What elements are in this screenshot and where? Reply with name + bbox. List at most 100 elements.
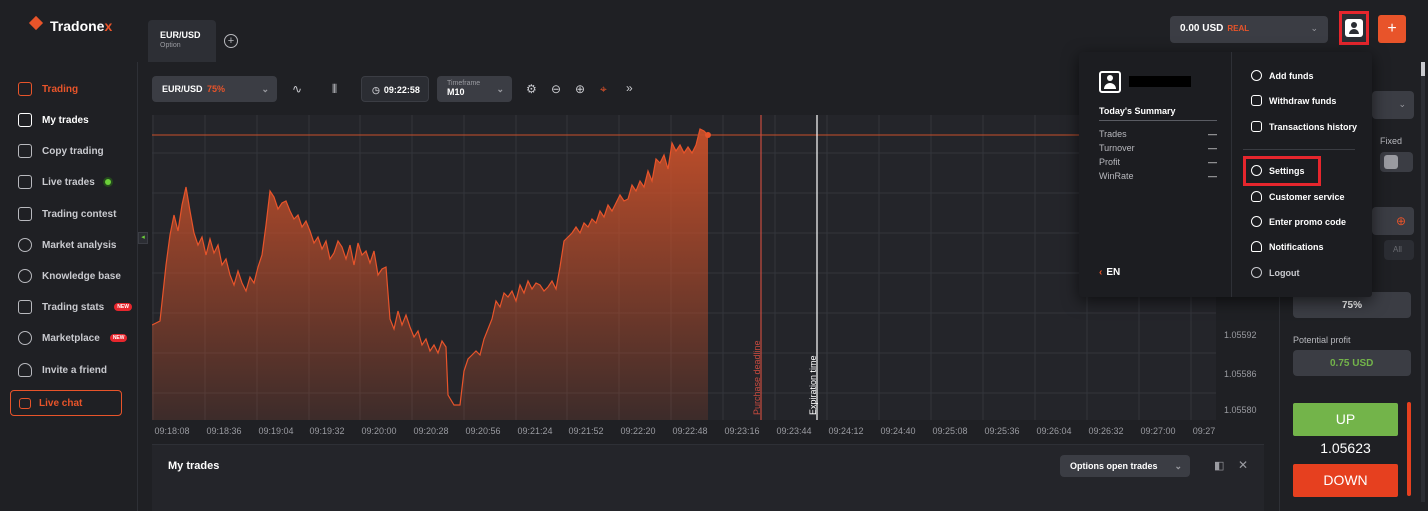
sidebar-item-invite-friend[interactable]: Invite a friend xyxy=(18,360,107,380)
sidebar-item-label: My trades xyxy=(42,114,89,126)
menu-transactions-history[interactable]: Transactions history xyxy=(1251,121,1357,132)
x-tick: 09:20:00 xyxy=(361,426,397,436)
dock-panel-icon[interactable]: ◧ xyxy=(1214,459,1224,472)
redacted-username xyxy=(1129,76,1191,87)
add-tab-icon[interactable]: + xyxy=(224,34,238,48)
indicators-icon[interactable]: ∿ xyxy=(292,82,302,96)
trades-filter-select[interactable]: Options open trades ⌄ xyxy=(1060,455,1190,477)
payout-value: 75% xyxy=(1342,300,1363,311)
settings-icon[interactable]: ⚙ xyxy=(526,82,537,96)
candles-icon[interactable]: ⫴ xyxy=(332,82,337,97)
sidebar-item-label: Invite a friend xyxy=(42,364,108,376)
double-chevron-right-icon[interactable]: » xyxy=(626,81,633,95)
menu-customer-service[interactable]: Customer service xyxy=(1251,191,1345,202)
x-tick: 09:19:04 xyxy=(258,426,294,436)
contest-icon xyxy=(18,207,32,221)
menu-notifications[interactable]: Notifications xyxy=(1251,241,1324,252)
amount-input[interactable]: ⊕ xyxy=(1372,207,1414,235)
asset-select[interactable]: EUR/USD 75% ⌄ xyxy=(152,76,277,102)
zoom-in-icon[interactable]: ⊕ xyxy=(575,82,585,96)
down-button[interactable]: DOWN xyxy=(1293,464,1398,497)
asset-tab-eurusd[interactable]: EUR/USD Option xyxy=(148,20,216,62)
scrollbar-thumb[interactable] xyxy=(1421,62,1425,76)
chart-collapse-handle[interactable]: ◂ xyxy=(138,232,148,244)
x-tick: 09:25:36 xyxy=(984,426,1020,436)
deposit-plus-button[interactable]: + xyxy=(1378,15,1406,43)
server-time: ◷ 09:22:58 xyxy=(361,76,429,102)
crosshair-icon[interactable]: ⌖ xyxy=(600,82,607,97)
brand-name: Tradone xyxy=(50,18,105,34)
menu-withdraw-funds[interactable]: Withdraw funds xyxy=(1251,95,1336,106)
zoom-out-icon[interactable]: ⊖ xyxy=(551,82,561,96)
sidebar-item-marketplace[interactable]: Marketplace NEW xyxy=(18,328,128,348)
summary-row-winrate: WinRate — xyxy=(1099,171,1217,181)
fixed-toggle[interactable] xyxy=(1380,152,1413,172)
up-button[interactable]: UP xyxy=(1293,403,1398,436)
menu-settings[interactable]: Settings xyxy=(1251,165,1305,176)
bar-chart-icon xyxy=(18,300,32,314)
info-icon xyxy=(18,269,32,283)
asset-tab-pair: EUR/USD xyxy=(160,30,201,40)
current-price: 1.05623 xyxy=(1320,440,1371,456)
y-tick: 1.05592 xyxy=(1224,330,1257,340)
chevron-down-icon: ⌄ xyxy=(1398,99,1406,109)
live-trades-icon xyxy=(18,175,32,189)
headset-icon xyxy=(1251,191,1262,202)
add-circle-icon: ⊕ xyxy=(1395,214,1406,228)
x-axis: 09:18:08 09:18:36 09:19:04 09:19:32 09:2… xyxy=(152,426,1216,438)
x-tick: 09:22:20 xyxy=(620,426,656,436)
menu-divider xyxy=(1243,149,1355,150)
sidebar-item-trading-stats[interactable]: Trading stats NEW xyxy=(18,297,132,317)
price-chart-svg xyxy=(152,115,1216,420)
x-tick: 09:26:32 xyxy=(1088,426,1124,436)
sidebar-item-live-trades[interactable]: Live trades xyxy=(18,172,111,192)
all-amount-button[interactable]: All xyxy=(1384,240,1414,260)
x-tick: 09:27 xyxy=(1192,426,1216,436)
language-select[interactable]: ‹ EN xyxy=(1099,267,1120,278)
account-balance-select[interactable]: 0.00 USD REAL ⌄ xyxy=(1170,16,1328,43)
asset-name: EUR/USD xyxy=(162,84,203,94)
sidebar-item-market-analysis[interactable]: Market analysis xyxy=(18,235,117,255)
timeframe-label: Timeframe xyxy=(447,80,481,87)
potential-profit-value: 0.75 USD xyxy=(1330,358,1374,369)
summary-title: Today's Summary xyxy=(1099,106,1176,116)
language-value: EN xyxy=(1106,267,1121,278)
sidebar-item-knowledge-base[interactable]: Knowledge base xyxy=(18,266,121,286)
logout-icon xyxy=(1251,267,1262,278)
page-scrollbar[interactable] xyxy=(1421,62,1425,502)
wallet-icon xyxy=(1251,95,1262,106)
menu-add-funds[interactable]: Add funds xyxy=(1251,70,1314,81)
plus-circle-icon xyxy=(1251,70,1262,81)
timeframe-select[interactable]: Timeframe M10 ⌄ xyxy=(437,76,512,102)
price-chart[interactable]: Purchase deadline Expiration time xyxy=(152,115,1216,420)
sidebar-item-copy-trading[interactable]: Copy trading xyxy=(18,141,104,161)
panel-scrollbar[interactable] xyxy=(1407,402,1411,496)
menu-enter-promo-code[interactable]: Enter promo code xyxy=(1251,216,1346,227)
purchase-deadline-label: Purchase deadline xyxy=(752,340,762,415)
profile-button[interactable] xyxy=(1339,11,1369,45)
person-icon xyxy=(18,363,32,377)
asset-payout: 75% xyxy=(207,84,226,94)
sidebar-item-label: Trading stats xyxy=(42,301,105,313)
sidebar-item-my-trades[interactable]: My trades xyxy=(18,110,89,130)
balance-amount: 0.00 USD xyxy=(1180,23,1224,34)
sidebar-item-trading-contest[interactable]: Trading contest xyxy=(18,204,116,224)
duration-select[interactable]: ⌄ xyxy=(1372,91,1414,119)
profile-menu: Today's Summary Trades — Turnover — Profit… xyxy=(1079,52,1372,297)
summary-divider xyxy=(1099,120,1217,121)
x-tick: 09:23:16 xyxy=(724,426,760,436)
clock-icon: ◷ xyxy=(372,85,380,95)
live-chat-button[interactable]: Live chat xyxy=(10,390,122,416)
menu-logout[interactable]: Logout xyxy=(1251,267,1300,278)
x-tick: 09:22:48 xyxy=(672,426,708,436)
sidebar-item-label: Trading contest xyxy=(42,208,117,220)
close-icon[interactable]: ✕ xyxy=(1238,458,1248,472)
summary-row-turnover: Turnover — xyxy=(1099,143,1217,153)
server-time-value: 09:22:58 xyxy=(383,85,420,95)
sidebar-item-label: Market analysis xyxy=(42,239,117,251)
brand-accent: x xyxy=(104,18,113,34)
sidebar-item-label: Knowledge base xyxy=(42,270,121,282)
sidebar-item-trading[interactable]: Trading xyxy=(18,79,78,99)
brand-logo[interactable]: Tradonex xyxy=(28,18,112,34)
y-tick: 1.05586 xyxy=(1224,369,1257,379)
